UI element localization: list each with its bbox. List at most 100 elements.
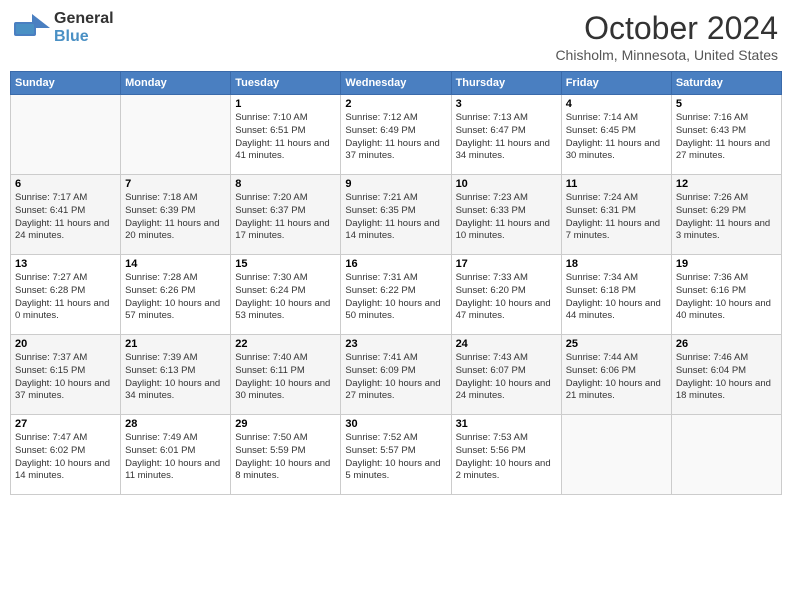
day-info: Sunrise: 7:20 AM Sunset: 6:37 PM Dayligh… — [235, 192, 336, 243]
calendar-day-cell: 16 Sunrise: 7:31 AM Sunset: 6:22 PM Dayli… — [341, 255, 451, 335]
logo-blue: Blue — [54, 28, 89, 45]
calendar-day-cell: 19 Sunrise: 7:36 AM Sunset: 6:16 PM Dayli… — [671, 255, 781, 335]
calendar-day-cell: 1Sunrise: 7:10 AM Sunset: 6:51 PM Daylig… — [231, 95, 341, 175]
calendar-day-cell: 27 Sunrise: 7:47 AM Sunset: 6:02 PM Dayli… — [11, 415, 121, 495]
logo: General Blue — [14, 10, 114, 46]
day-number: 6 — [15, 178, 116, 190]
calendar-day-cell: 5 Sunrise: 7:16 AM Sunset: 6:43 PM Daylig… — [671, 95, 781, 175]
day-info: Sunrise: 7:16 AM Sunset: 6:43 PM Dayligh… — [676, 112, 777, 163]
calendar-day-cell: 30 Sunrise: 7:52 AM Sunset: 5:57 PM Dayli… — [341, 415, 451, 495]
day-number: 19 — [676, 258, 777, 270]
day-number: 5 — [676, 98, 777, 110]
calendar-day-cell: 24 Sunrise: 7:43 AM Sunset: 6:07 PM Dayli… — [451, 335, 561, 415]
day-number: 8 — [235, 178, 336, 190]
day-number: 28 — [125, 418, 226, 430]
day-info: Sunrise: 7:10 AM Sunset: 6:51 PM Dayligh… — [235, 112, 336, 163]
day-number: 21 — [125, 338, 226, 350]
day-info: Sunrise: 7:39 AM Sunset: 6:13 PM Dayligh… — [125, 352, 226, 403]
weekday-header: Tuesday — [231, 72, 341, 95]
title-section: October 2024 Chisholm, Minnesota, United… — [555, 10, 778, 63]
day-number: 22 — [235, 338, 336, 350]
page-header: General Blue October 2024 Chisholm, Minn… — [10, 10, 782, 63]
day-number: 4 — [566, 98, 667, 110]
day-info: Sunrise: 7:23 AM Sunset: 6:33 PM Dayligh… — [456, 192, 557, 243]
weekday-header: Thursday — [451, 72, 561, 95]
day-info: Sunrise: 7:13 AM Sunset: 6:47 PM Dayligh… — [456, 112, 557, 163]
calendar-week-row: 20Sunrise: 7:37 AM Sunset: 6:15 PM Dayli… — [11, 335, 782, 415]
day-number: 17 — [456, 258, 557, 270]
day-number: 27 — [15, 418, 116, 430]
calendar-day-cell: 31 Sunrise: 7:53 AM Sunset: 5:56 PM Dayli… — [451, 415, 561, 495]
day-number: 24 — [456, 338, 557, 350]
day-info: Sunrise: 7:37 AM Sunset: 6:15 PM Dayligh… — [15, 352, 116, 403]
calendar-day-cell: 15Sunrise: 7:30 AM Sunset: 6:24 PM Dayli… — [231, 255, 341, 335]
day-number: 29 — [235, 418, 336, 430]
day-info: Sunrise: 7:31 AM Sunset: 6:22 PM Dayligh… — [345, 272, 446, 323]
day-info: Sunrise: 7:47 AM Sunset: 6:02 PM Dayligh… — [15, 432, 116, 483]
day-info: Sunrise: 7:52 AM Sunset: 5:57 PM Dayligh… — [345, 432, 446, 483]
day-number: 9 — [345, 178, 446, 190]
day-info: Sunrise: 7:34 AM Sunset: 6:18 PM Dayligh… — [566, 272, 667, 323]
day-info: Sunrise: 7:27 AM Sunset: 6:28 PM Dayligh… — [15, 272, 116, 323]
calendar-day-cell: 2 Sunrise: 7:12 AM Sunset: 6:49 PM Daylig… — [341, 95, 451, 175]
calendar-day-cell: 17Sunrise: 7:33 AM Sunset: 6:20 PM Dayli… — [451, 255, 561, 335]
weekday-header: Friday — [561, 72, 671, 95]
calendar-day-cell: 6 Sunrise: 7:17 AM Sunset: 6:41 PM Daylig… — [11, 175, 121, 255]
day-info: Sunrise: 7:26 AM Sunset: 6:29 PM Dayligh… — [676, 192, 777, 243]
calendar-day-cell: 9Sunrise: 7:21 AM Sunset: 6:35 PM Daylig… — [341, 175, 451, 255]
day-info: Sunrise: 7:18 AM Sunset: 6:39 PM Dayligh… — [125, 192, 226, 243]
logo-general: General — [54, 10, 114, 27]
day-info: Sunrise: 7:43 AM Sunset: 6:07 PM Dayligh… — [456, 352, 557, 403]
day-number: 23 — [345, 338, 446, 350]
calendar-week-row: 1Sunrise: 7:10 AM Sunset: 6:51 PM Daylig… — [11, 95, 782, 175]
day-info: Sunrise: 7:49 AM Sunset: 6:01 PM Dayligh… — [125, 432, 226, 483]
calendar-day-cell: 23Sunrise: 7:41 AM Sunset: 6:09 PM Dayli… — [341, 335, 451, 415]
day-info: Sunrise: 7:36 AM Sunset: 6:16 PM Dayligh… — [676, 272, 777, 323]
day-info: Sunrise: 7:14 AM Sunset: 6:45 PM Dayligh… — [566, 112, 667, 163]
weekday-header-row: SundayMondayTuesdayWednesdayThursdayFrid… — [11, 72, 782, 95]
day-number: 18 — [566, 258, 667, 270]
day-info: Sunrise: 7:46 AM Sunset: 6:04 PM Dayligh… — [676, 352, 777, 403]
calendar-day-cell: 12 Sunrise: 7:26 AM Sunset: 6:29 PM Dayli… — [671, 175, 781, 255]
weekday-header: Monday — [121, 72, 231, 95]
calendar-day-cell: 22Sunrise: 7:40 AM Sunset: 6:11 PM Dayli… — [231, 335, 341, 415]
calendar-day-cell — [11, 95, 121, 175]
calendar-day-cell — [671, 415, 781, 495]
day-info: Sunrise: 7:50 AM Sunset: 5:59 PM Dayligh… — [235, 432, 336, 483]
calendar-day-cell: 4 Sunrise: 7:14 AM Sunset: 6:45 PM Daylig… — [561, 95, 671, 175]
calendar-day-cell: 3Sunrise: 7:13 AM Sunset: 6:47 PM Daylig… — [451, 95, 561, 175]
day-info: Sunrise: 7:30 AM Sunset: 6:24 PM Dayligh… — [235, 272, 336, 323]
calendar-day-cell: 8 Sunrise: 7:20 AM Sunset: 6:37 PM Daylig… — [231, 175, 341, 255]
calendar-day-cell: 21 Sunrise: 7:39 AM Sunset: 6:13 PM Dayli… — [121, 335, 231, 415]
calendar-day-cell: 25 Sunrise: 7:44 AM Sunset: 6:06 PM Dayli… — [561, 335, 671, 415]
day-number: 12 — [676, 178, 777, 190]
day-number: 31 — [456, 418, 557, 430]
day-number: 11 — [566, 178, 667, 190]
day-number: 14 — [125, 258, 226, 270]
location-title: Chisholm, Minnesota, United States — [555, 47, 778, 63]
weekday-header: Wednesday — [341, 72, 451, 95]
day-info: Sunrise: 7:53 AM Sunset: 5:56 PM Dayligh… — [456, 432, 557, 483]
day-number: 30 — [345, 418, 446, 430]
day-info: Sunrise: 7:44 AM Sunset: 6:06 PM Dayligh… — [566, 352, 667, 403]
calendar-day-cell: 18 Sunrise: 7:34 AM Sunset: 6:18 PM Dayli… — [561, 255, 671, 335]
day-info: Sunrise: 7:24 AM Sunset: 6:31 PM Dayligh… — [566, 192, 667, 243]
calendar-day-cell: 7Sunrise: 7:18 AM Sunset: 6:39 PM Daylig… — [121, 175, 231, 255]
day-number: 16 — [345, 258, 446, 270]
calendar-week-row: 13 Sunrise: 7:27 AM Sunset: 6:28 PM Dayli… — [11, 255, 782, 335]
day-info: Sunrise: 7:12 AM Sunset: 6:49 PM Dayligh… — [345, 112, 446, 163]
weekday-header: Saturday — [671, 72, 781, 95]
logo-icon — [14, 14, 50, 42]
day-number: 13 — [15, 258, 116, 270]
weekday-header: Sunday — [11, 72, 121, 95]
day-info: Sunrise: 7:17 AM Sunset: 6:41 PM Dayligh… — [15, 192, 116, 243]
calendar-day-cell — [121, 95, 231, 175]
day-number: 25 — [566, 338, 667, 350]
calendar-day-cell: 14 Sunrise: 7:28 AM Sunset: 6:26 PM Dayli… — [121, 255, 231, 335]
calendar-day-cell: 13 Sunrise: 7:27 AM Sunset: 6:28 PM Dayli… — [11, 255, 121, 335]
calendar-day-cell: 28 Sunrise: 7:49 AM Sunset: 6:01 PM Dayli… — [121, 415, 231, 495]
calendar-day-cell: 11 Sunrise: 7:24 AM Sunset: 6:31 PM Dayli… — [561, 175, 671, 255]
day-info: Sunrise: 7:28 AM Sunset: 6:26 PM Dayligh… — [125, 272, 226, 323]
day-number: 2 — [345, 98, 446, 110]
calendar-week-row: 27 Sunrise: 7:47 AM Sunset: 6:02 PM Dayli… — [11, 415, 782, 495]
